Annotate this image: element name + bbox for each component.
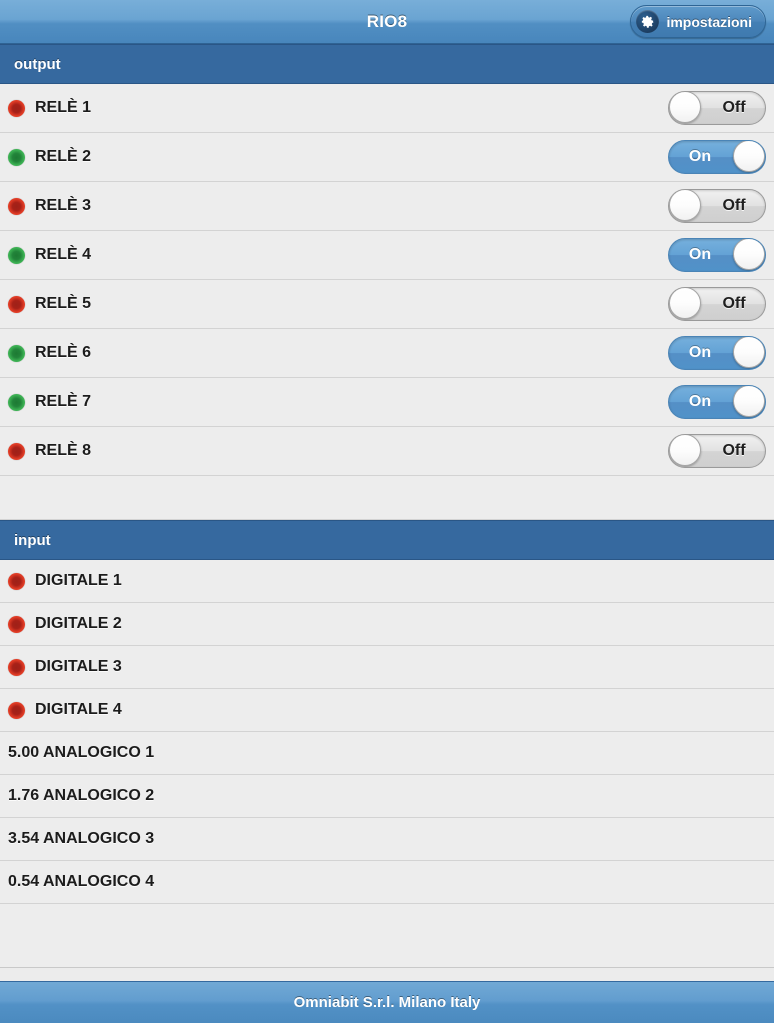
toggle-knob (733, 386, 765, 417)
table-row[interactable]: RELÈ 1 Off (0, 84, 774, 133)
table-row: 1.76 ANALOGICO 2 (0, 775, 774, 818)
relay-toggle[interactable]: Off (668, 91, 766, 125)
relay-toggle-label: On (688, 393, 712, 410)
table-row: DIGITALE 4 (0, 689, 774, 732)
status-led-icon (8, 148, 25, 166)
relay-label: RELÈ 7 (35, 393, 92, 410)
relay-label: RELÈ 5 (35, 295, 92, 312)
settings-button-label: impostazioni (666, 13, 752, 30)
relay-toggle-label: Off (722, 442, 746, 459)
relay-label: RELÈ 4 (35, 246, 92, 263)
table-row: 5.00 ANALOGICO 1 (0, 732, 774, 775)
relay-toggle-label: On (688, 246, 712, 263)
table-row: DIGITALE 2 (0, 603, 774, 646)
status-led-icon (8, 99, 25, 117)
toggle-knob (669, 92, 701, 123)
toggle-knob (733, 141, 765, 172)
section-header-input: input (0, 520, 774, 560)
page-title: RIO8 (366, 11, 408, 31)
status-led-icon (8, 615, 25, 633)
app-titlebar: RIO8 impostazioni (0, 0, 774, 44)
relay-toggle-label: Off (722, 295, 746, 312)
relay-toggle-label: Off (722, 197, 746, 214)
digital-input-label: DIGITALE 4 (35, 701, 122, 718)
table-row[interactable]: RELÈ 4 On (0, 231, 774, 280)
status-led-icon (8, 197, 25, 215)
table-row[interactable]: RELÈ 7 On (0, 378, 774, 427)
relay-toggle[interactable]: Off (668, 287, 766, 321)
table-row: 3.54 ANALOGICO 3 (0, 818, 774, 861)
relay-toggle[interactable]: Off (668, 434, 766, 468)
toggle-knob (733, 337, 765, 368)
settings-button[interactable]: impostazioni (630, 5, 766, 38)
digital-input-label: DIGITALE 3 (35, 658, 122, 675)
relay-label: RELÈ 3 (35, 197, 92, 214)
table-row[interactable]: RELÈ 8 Off (0, 427, 774, 476)
footer-text: Omniabit S.r.l. Milano Italy (293, 994, 481, 1011)
table-row: 0.54 ANALOGICO 4 (0, 861, 774, 904)
section-header-output: output (0, 44, 774, 84)
output-list: RELÈ 1 Off RELÈ 2 On RELÈ 3 Off RELÈ 4 O… (0, 84, 774, 520)
footer-bar: Omniabit S.r.l. Milano Italy (0, 981, 774, 1023)
analog-input-label: 0.54 ANALOGICO 4 (8, 873, 155, 890)
relay-toggle[interactable]: On (668, 336, 766, 370)
status-led-icon (8, 701, 25, 719)
relay-toggle[interactable]: Off (668, 189, 766, 223)
relay-toggle-label: On (688, 344, 712, 361)
toggle-knob (669, 190, 701, 221)
table-row: DIGITALE 1 (0, 560, 774, 603)
status-led-icon (8, 393, 25, 411)
relay-toggle[interactable]: On (668, 385, 766, 419)
status-led-icon (8, 344, 25, 362)
analog-input-label: 5.00 ANALOGICO 1 (8, 744, 155, 761)
relay-label: RELÈ 8 (35, 442, 92, 459)
relay-toggle-label: On (688, 148, 712, 165)
relay-toggle-label: Off (722, 99, 746, 116)
analog-input-label: 3.54 ANALOGICO 3 (8, 830, 155, 847)
output-list-trailing-spacer (0, 476, 774, 520)
table-row: DIGITALE 3 (0, 646, 774, 689)
relay-label: RELÈ 2 (35, 148, 92, 165)
table-row[interactable]: RELÈ 2 On (0, 133, 774, 182)
input-list: DIGITALE 1 DIGITALE 2 DIGITALE 3 DIGITAL… (0, 560, 774, 968)
table-row[interactable]: RELÈ 6 On (0, 329, 774, 378)
digital-input-label: DIGITALE 2 (35, 615, 122, 632)
section-header-output-label: output (14, 55, 61, 73)
relay-label: RELÈ 6 (35, 344, 92, 361)
status-led-icon (8, 246, 25, 264)
table-row[interactable]: RELÈ 3 Off (0, 182, 774, 231)
status-led-icon (8, 658, 25, 676)
relay-toggle[interactable]: On (668, 140, 766, 174)
status-led-icon (8, 572, 25, 590)
digital-input-label: DIGITALE 1 (35, 572, 122, 589)
status-led-icon (8, 442, 25, 460)
relay-toggle[interactable]: On (668, 238, 766, 272)
toggle-knob (733, 239, 765, 270)
relay-label: RELÈ 1 (35, 99, 92, 116)
toggle-knob (669, 288, 701, 319)
toggle-knob (669, 435, 701, 466)
analog-input-label: 1.76 ANALOGICO 2 (8, 787, 155, 804)
gear-icon (636, 10, 660, 33)
section-header-input-label: input (14, 531, 51, 549)
status-led-icon (8, 295, 25, 313)
table-row[interactable]: RELÈ 5 Off (0, 280, 774, 329)
input-list-trailing-spacer (0, 904, 774, 968)
